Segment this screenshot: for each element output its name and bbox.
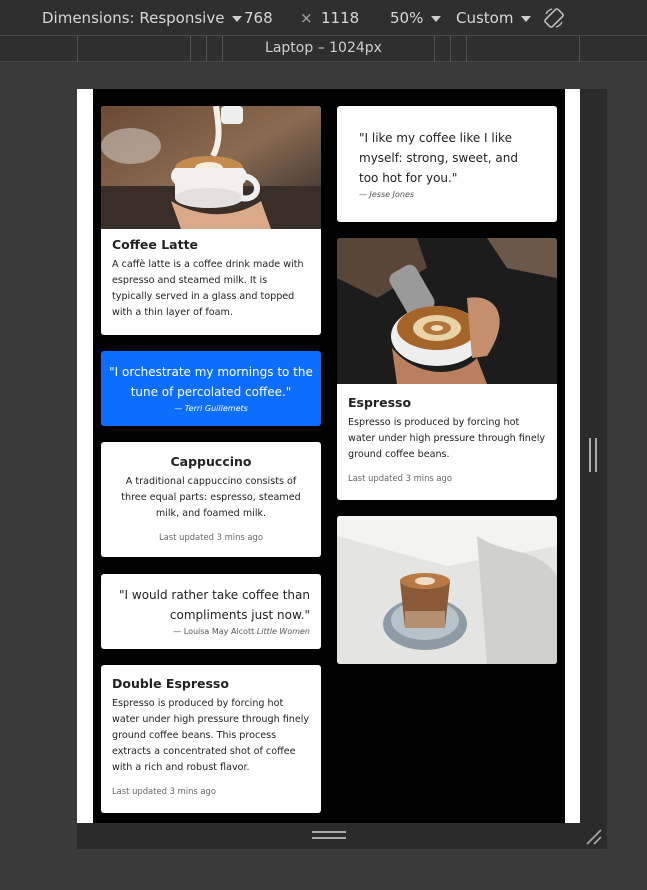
quote-card-primary: "I orchestrate my mornings to the tune o… bbox=[101, 351, 321, 426]
quote-author: Louisa May Alcott bbox=[183, 627, 255, 636]
card-text: Espresso is produced by forcing hot wate… bbox=[348, 417, 546, 460]
quote-footer: — Louisa May Alcott Little Women bbox=[109, 627, 310, 636]
media-query-label: Laptop – 1024px bbox=[265, 40, 382, 56]
rotate-icon[interactable] bbox=[543, 7, 565, 29]
throttle-dropdown[interactable]: Custom bbox=[456, 9, 532, 27]
quote-dash: — bbox=[174, 404, 183, 413]
dimensions-label: Dimensions: Responsive bbox=[42, 9, 225, 27]
card-title: Coffee Latte bbox=[112, 237, 199, 252]
card-title: Cappuccino bbox=[170, 454, 252, 469]
chevron-down-icon bbox=[232, 15, 243, 22]
quote-card-jesse: "I like my coffee like I like myself: st… bbox=[337, 106, 557, 222]
quote-footer: — Terri Guillemets bbox=[109, 404, 313, 413]
emulated-page: Coffee Latte A caffè latte is a coffee d… bbox=[77, 89, 580, 823]
quote-author: Jesse Jones bbox=[369, 190, 415, 199]
quote-dash: — bbox=[359, 190, 367, 199]
quote-dash: — bbox=[173, 627, 182, 636]
card-title: Espresso bbox=[348, 395, 412, 410]
quote-footer: — Jesse Jones bbox=[359, 190, 535, 199]
card-text: A traditional cappuccino consists of thr… bbox=[121, 476, 301, 519]
throttle-label: Custom bbox=[456, 9, 514, 27]
device-viewport: Coffee Latte A caffè latte is a coffee d… bbox=[77, 89, 607, 849]
card-coffee-latte: Coffee Latte A caffè latte is a coffee d… bbox=[101, 106, 321, 335]
coffee-latte-photo bbox=[101, 106, 321, 229]
times-sign: × bbox=[300, 9, 313, 27]
devtools-device-toolbar: Dimensions: Responsive 768 × 1118 50% Cu… bbox=[0, 0, 647, 36]
width-input[interactable]: 768 bbox=[244, 9, 273, 27]
card-title: Double Espresso bbox=[112, 676, 229, 691]
viewport-resize-handle-bottom[interactable] bbox=[312, 831, 346, 839]
height-input[interactable]: 1118 bbox=[321, 9, 359, 27]
chevron-down-icon bbox=[521, 15, 532, 22]
card-espresso: Espresso Espresso is produced by forcing… bbox=[337, 238, 557, 500]
latte-art-pour-photo bbox=[337, 238, 557, 384]
quote-card-right: "I would rather take coffee than complim… bbox=[101, 574, 321, 649]
viewport-resize-handle-right[interactable] bbox=[589, 438, 597, 472]
card-cappuccino: Cappuccino A traditional cappuccino cons… bbox=[101, 442, 321, 557]
card-double-espresso: Double Espresso Espresso is produced by … bbox=[101, 665, 321, 813]
chevron-down-icon bbox=[431, 15, 442, 22]
quote-source: Little Women bbox=[256, 627, 310, 636]
media-query-bar[interactable]: Laptop – 1024px bbox=[0, 36, 647, 62]
quote-text: "I like my coffee like I like myself: st… bbox=[359, 131, 518, 185]
card-text: Espresso is produced by forcing hot wate… bbox=[112, 698, 310, 773]
card-text: A caffè latte is a coffee drink made wit… bbox=[112, 259, 304, 318]
zoom-dropdown[interactable]: 50% bbox=[390, 9, 442, 27]
card-coffee-glass bbox=[337, 516, 557, 664]
coffee-glass-photo bbox=[337, 516, 557, 664]
quote-text: "I would rather take coffee than complim… bbox=[119, 588, 310, 622]
quote-author: Terri Guillemets bbox=[184, 404, 248, 413]
card-updated: Last updated 3 mins ago bbox=[159, 532, 263, 542]
masonry-grid: Coffee Latte A caffè latte is a coffee d… bbox=[93, 89, 565, 823]
quote-text: "I orchestrate my mornings to the tune o… bbox=[109, 365, 313, 399]
dimensions-dropdown[interactable]: Dimensions: Responsive bbox=[42, 9, 243, 27]
card-updated: Last updated 3 mins ago bbox=[112, 786, 216, 796]
resize-corner-icon[interactable] bbox=[585, 828, 603, 846]
zoom-label: 50% bbox=[390, 9, 424, 27]
card-updated: Last updated 3 mins ago bbox=[348, 473, 452, 483]
